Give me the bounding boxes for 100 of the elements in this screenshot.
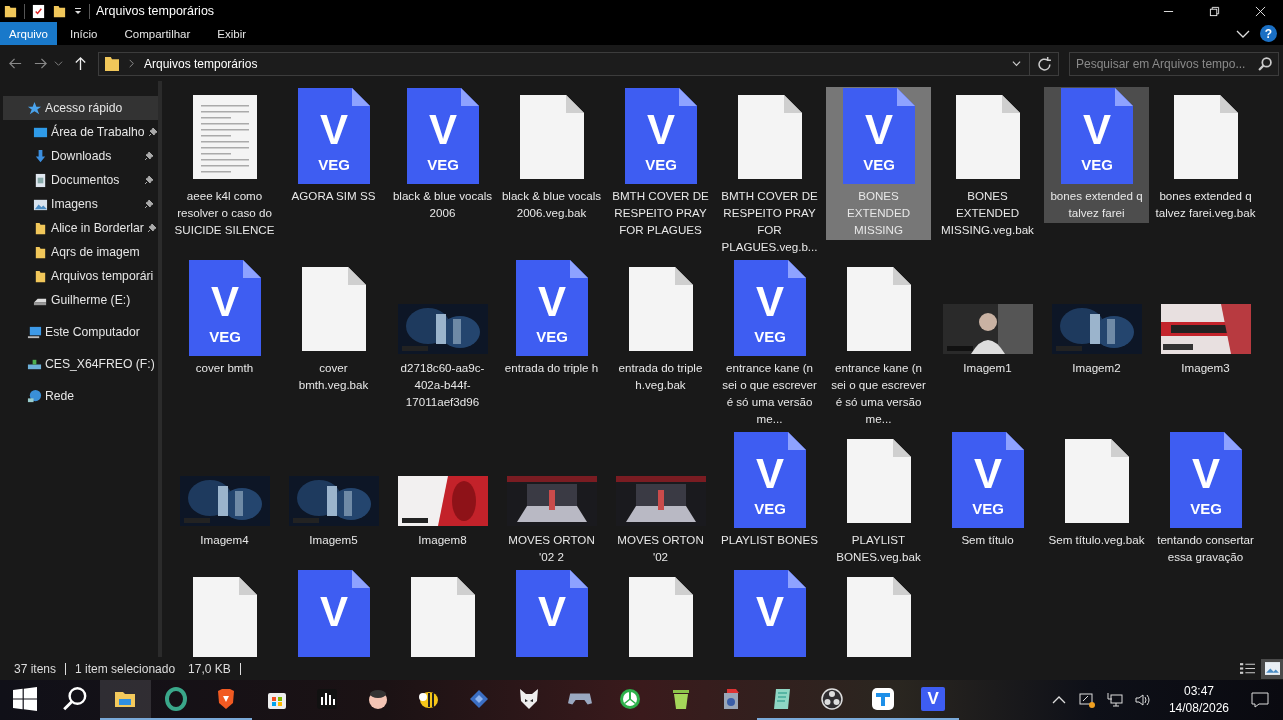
checklist-icon[interactable] <box>31 3 46 19</box>
taskbar-app[interactable] <box>100 680 151 720</box>
refresh-icon[interactable] <box>1038 56 1052 71</box>
file-item[interactable]: V VEG BONES EXTENDED MISSING <box>826 87 931 240</box>
sidebar-item[interactable]: Este Computador <box>0 320 158 344</box>
chevron-down-icon[interactable] <box>1236 28 1250 39</box>
file-name: tentando consertar essa gravação <box>1156 532 1255 565</box>
back-arrow-icon[interactable] <box>8 56 23 71</box>
file-item[interactable]: BONES EXTENDED MISSING.veg.bak <box>935 87 1040 240</box>
file-item[interactable]: MOVES ORTON '02 2 <box>499 431 604 567</box>
file-item[interactable]: PLAYLIST BONES.veg.bak <box>826 431 931 567</box>
file-item[interactable]: V VEG black & blue vocals 2006 <box>390 87 495 223</box>
file-name: Imagem2 <box>1071 360 1122 376</box>
sidebar-item[interactable]: Acesso rápido <box>3 96 158 120</box>
file-item[interactable]: V VEG AGORA SIM SS <box>281 87 386 206</box>
ribbon-tab[interactable]: Compartilhar <box>111 22 205 45</box>
veg-file-icon: V VEG <box>733 432 806 528</box>
file-item[interactable]: V <box>281 569 386 657</box>
sidebar-item[interactable]: Área de Trabalho <box>0 120 158 144</box>
file-item[interactable]: V VEG bones extended q talvez farei <box>1044 87 1149 223</box>
file-item[interactable]: Sem título.veg.bak <box>1044 431 1149 550</box>
file-name: BMTH COVER DE RESPEITO PRAY FOR PLAGUES.veg.b... <box>720 188 819 255</box>
file-item[interactable]: Imagem1 <box>935 259 1040 378</box>
blank-file-icon <box>846 439 911 523</box>
file-name: Imagem8 <box>417 532 468 548</box>
file-item[interactable]: MOVES ORTON '02 <box>608 431 713 567</box>
volume-icon[interactable] <box>1134 692 1151 708</box>
windows-logo-icon <box>13 687 37 711</box>
sidebar-item[interactable]: Downloads <box>0 144 158 168</box>
equalizer-icon <box>315 687 340 711</box>
veg-file-icon: V <box>515 570 588 657</box>
ring-icon <box>163 687 188 711</box>
close-icon <box>1254 5 1266 17</box>
file-item[interactable]: aeee k4l como resolver o caso do SUICIDE SILENCE <box>172 87 277 240</box>
file-item[interactable]: Imagem2 <box>1044 259 1149 378</box>
file-item[interactable]: V VEG entrada do triple h <box>499 259 604 378</box>
file-item[interactable]: V VEG BMTH COVER DE RESPEITO PRAY FOR PLAGUES <box>608 87 713 240</box>
veg-file-icon: V VEG <box>1060 88 1133 184</box>
file-name: Sem título.veg.bak <box>1047 532 1146 548</box>
help-button[interactable]: ? <box>1260 25 1277 42</box>
file-item[interactable]: d2718c60-aa9c-402a-b44f-17011aef3d96 <box>390 259 495 412</box>
file-item[interactable]: Imagem3 <box>1153 259 1258 378</box>
large-icons-view-button[interactable] <box>1261 658 1283 679</box>
sidebar-item[interactable]: Imagens <box>0 192 158 216</box>
notification-icon[interactable] <box>1251 692 1269 708</box>
file-item[interactable]: V VEG cover bmth <box>172 259 277 378</box>
up-arrow-icon[interactable] <box>73 56 88 71</box>
folder-icon[interactable] <box>52 3 67 19</box>
file-item[interactable]: black & blue vocals 2006.veg.bak <box>499 87 604 223</box>
sidebar-item[interactable]: Aqrs de imagem <box>0 240 158 264</box>
list-icon <box>1239 662 1255 675</box>
file-item[interactable]: Imagem5 <box>281 431 386 550</box>
search-icon[interactable] <box>1258 56 1272 71</box>
chevron-right-icon[interactable] <box>127 59 136 68</box>
file-name: entrada do triple h <box>503 360 600 376</box>
file-item[interactable]: V VEG tentando consertar essa gravação <box>1153 431 1258 567</box>
file-item[interactable]: V <box>717 569 822 657</box>
blank-file-icon <box>846 267 911 351</box>
sidebar-item[interactable]: Alice in Borderlar <box>0 216 158 240</box>
sidebar-item[interactable]: Guilherme (E:) <box>0 288 158 312</box>
file-name: bones extended q talvez farei <box>1049 188 1144 221</box>
display-icon[interactable] <box>1078 692 1095 708</box>
restore-icon <box>1208 5 1220 17</box>
file-item[interactable]: V VEG Sem título <box>935 431 1040 550</box>
taskbar-app[interactable]: V <box>908 680 959 720</box>
sidebar-item[interactable]: Rede <box>0 384 158 408</box>
file-item[interactable]: BMTH COVER DE RESPEITO PRAY FOR PLAGUES.veg.b... <box>717 87 822 257</box>
file-item[interactable]: cover bmth.veg.bak <box>281 259 386 395</box>
veg-file-icon: V VEG <box>733 260 806 356</box>
file-name: MOVES ORTON '02 <box>616 532 705 565</box>
file-name: Sem título <box>960 532 1015 548</box>
file-item[interactable]: V VEG PLAYLIST BONES <box>717 431 822 550</box>
veg-file-icon: V VEG <box>842 88 915 184</box>
file-item[interactable]: V <box>499 569 604 657</box>
sidebar-item[interactable]: Documentos <box>0 168 158 192</box>
file-item[interactable]: Imagem8 <box>390 431 495 550</box>
file-item[interactable]: entrada do triple h.veg.bak <box>608 259 713 395</box>
dropdown-icon[interactable] <box>73 6 83 16</box>
network-icon <box>27 388 42 404</box>
file-item[interactable]: Imagem4 <box>172 431 277 550</box>
search-field[interactable]: Pesquisar em Arquivos tempo... <box>1069 51 1279 76</box>
ribbon-tab[interactable]: Início <box>57 22 112 45</box>
minimize-icon <box>1162 10 1174 12</box>
ribbon-tab[interactable]: Arquivo <box>0 22 57 45</box>
sidebar-item[interactable]: CES_X64FREO (F:) <box>0 352 158 376</box>
forward-arrow-icon[interactable] <box>33 56 48 71</box>
network-icon[interactable] <box>1106 692 1123 708</box>
sidebar-item[interactable]: Arquivos temporári <box>0 264 158 288</box>
ribbon-tab[interactable]: Exibir <box>204 22 261 45</box>
file-item[interactable]: entrance kane (n sei o que escrever é só uma versão me... <box>826 259 931 429</box>
chevron-down-icon[interactable] <box>1012 59 1021 68</box>
address-field[interactable]: Arquivos temporários <box>98 51 1059 76</box>
gamepad-icon <box>567 692 592 706</box>
search-icon <box>63 687 87 711</box>
file-item[interactable]: bones extended q talvez farei.veg.bak <box>1153 87 1258 223</box>
file-name: cover bmth.veg.bak <box>297 360 370 393</box>
file-item[interactable]: V VEG entrance kane (n sei o que escrever é só uma versão me... <box>717 259 822 429</box>
file-name: entrance kane (n sei o que escrever é só uma versão me... <box>721 360 818 427</box>
file-name: Imagem3 <box>1180 360 1231 376</box>
clock[interactable]: 03:47 14/08/2026 <box>1156 680 1241 720</box>
